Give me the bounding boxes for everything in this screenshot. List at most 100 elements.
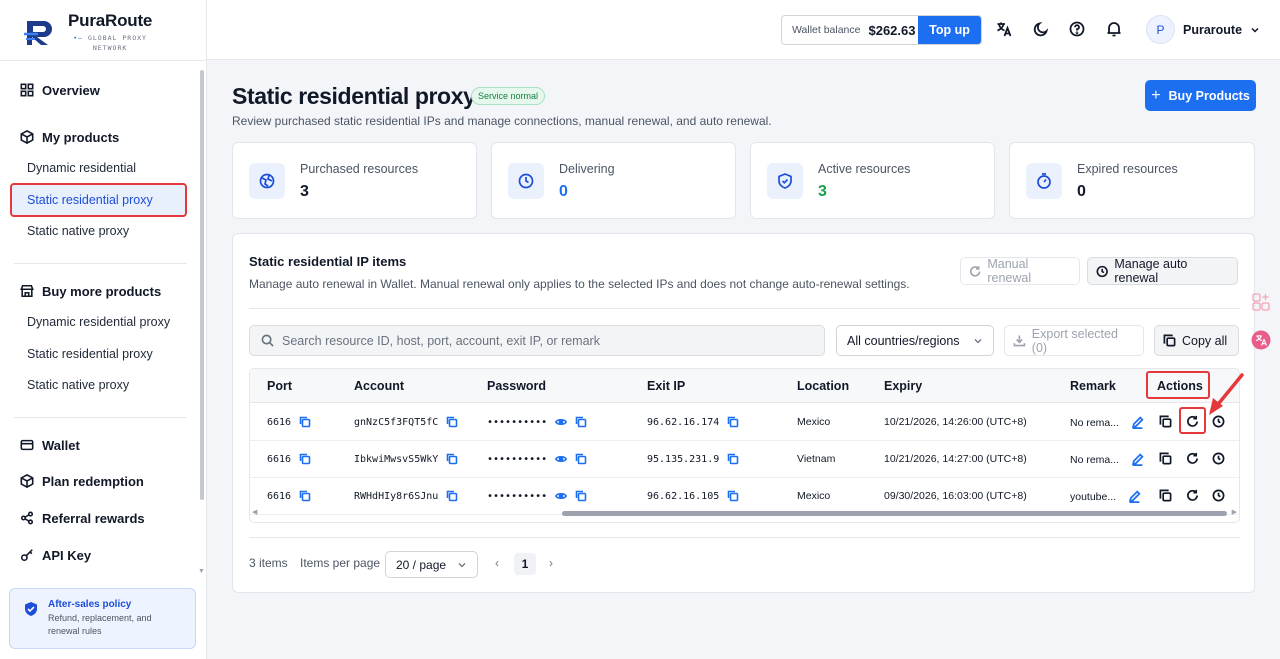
cell-password: ••••••••••: [487, 453, 587, 465]
clock-icon[interactable]: [1212, 489, 1225, 502]
cube-icon: [20, 130, 34, 144]
sidebar-item-referral-rewards[interactable]: Referral rewards: [20, 508, 145, 528]
panel-divider: [249, 308, 1240, 309]
copy-icon[interactable]: [299, 453, 311, 465]
manage-auto-renewal-button[interactable]: Manage auto renewal: [1087, 257, 1238, 285]
copy-icon[interactable]: [299, 416, 311, 428]
cell-expiry: 09/30/2026, 16:03:00 (UTC+8): [884, 490, 1027, 502]
copy-icon[interactable]: [446, 416, 458, 428]
cell-password: ••••••••••: [487, 416, 587, 428]
translate-assistant-icon[interactable]: [1251, 330, 1271, 350]
scroll-left-icon[interactable]: ◀: [252, 508, 257, 516]
edit-icon[interactable]: [1128, 490, 1141, 503]
logo-icon: [24, 21, 52, 45]
next-page-icon[interactable]: ›: [549, 556, 553, 570]
ai-sparkle-icon[interactable]: [1251, 292, 1271, 312]
edit-icon[interactable]: [1131, 453, 1144, 466]
copy-row-icon[interactable]: [1159, 452, 1172, 465]
copy-icon[interactable]: [727, 416, 739, 428]
copy-all-button[interactable]: Copy all: [1154, 325, 1239, 356]
scrollbar-thumb[interactable]: [562, 511, 1227, 516]
copy-icon[interactable]: [727, 453, 739, 465]
sidebar-item-label: Buy more products: [42, 283, 162, 299]
clock-icon[interactable]: [1212, 415, 1225, 428]
ip-items-table: Port Account Password Exit IP Location E…: [249, 368, 1240, 523]
bell-icon[interactable]: [1106, 21, 1122, 37]
sidebar-item-buy-static-residential-proxy[interactable]: Static residential proxy: [27, 345, 153, 363]
search-icon: [261, 334, 274, 347]
column-header-location[interactable]: Location: [797, 379, 849, 393]
copy-icon[interactable]: [575, 453, 587, 465]
eye-icon[interactable]: [555, 453, 568, 465]
sidebar-item-label: Wallet: [42, 437, 80, 453]
sidebar-item-my-products[interactable]: My products: [20, 127, 119, 147]
stat-card-expired: Expired resources 0: [1009, 142, 1255, 219]
scroll-right-icon[interactable]: ▶: [1232, 508, 1237, 516]
copy-icon[interactable]: [299, 490, 311, 502]
moon-icon[interactable]: [1033, 21, 1049, 37]
stat-value: 3: [818, 183, 827, 200]
sidebar-item-static-native-proxy[interactable]: Static native proxy: [27, 222, 129, 240]
copy-icon[interactable]: [727, 490, 739, 502]
page-number-current[interactable]: 1: [514, 553, 536, 575]
sidebar-item-label: Plan redemption: [42, 473, 144, 489]
export-selected-button[interactable]: Export selected (0): [1004, 325, 1144, 356]
sidebar-item-api-key[interactable]: API Key: [20, 545, 91, 565]
sidebar-item-overview[interactable]: Overview: [20, 80, 100, 100]
column-header-remark[interactable]: Remark: [1070, 379, 1116, 393]
column-header-exit-ip[interactable]: Exit IP: [647, 379, 685, 393]
buy-products-button[interactable]: + Buy Products: [1145, 80, 1256, 111]
column-header-account[interactable]: Account: [354, 379, 404, 393]
sidebar-item-static-residential-proxy[interactable]: Static residential proxy: [10, 183, 187, 217]
column-header-expiry[interactable]: Expiry: [884, 379, 922, 393]
refresh-icon[interactable]: [1186, 489, 1199, 502]
copy-row-icon[interactable]: [1159, 489, 1172, 502]
refresh-icon[interactable]: [1186, 452, 1199, 465]
wallet-icon: [20, 439, 34, 451]
copy-icon[interactable]: [575, 416, 587, 428]
stat-card-purchased: Purchased resources 3: [232, 142, 477, 219]
table-row: 6616 gnNzC5f3FQT5fC •••••••••• 96.62.16.174…: [250, 404, 1239, 441]
sidebar-item-buy-dynamic-residential-proxy[interactable]: Dynamic residential proxy: [27, 313, 170, 331]
stat-value: 3: [300, 183, 309, 200]
scroll-down-icon[interactable]: ▼: [198, 568, 205, 575]
cell-exit-ip: 96.62.16.174: [647, 416, 739, 428]
after-sales-policy-card[interactable]: After-sales policy Refund, replacement, …: [9, 588, 196, 649]
sidebar-item-plan-redemption[interactable]: Plan redemption: [20, 471, 144, 491]
country-select[interactable]: All countries/regions: [836, 325, 994, 356]
stat-label: Expired resources: [1077, 162, 1178, 176]
translate-icon[interactable]: [996, 21, 1012, 37]
user-menu[interactable]: P Puraroute: [1146, 15, 1260, 44]
actions-highlight: [1146, 371, 1210, 399]
sidebar-item-buy-more[interactable]: Buy more products: [20, 281, 161, 301]
copy-icon[interactable]: [446, 490, 458, 502]
sidebar-scrollbar[interactable]: [200, 70, 204, 500]
search-field[interactable]: [282, 333, 802, 348]
policy-description: Refund, replacement, and renewal rules: [48, 613, 152, 636]
sidebar-item-wallet[interactable]: Wallet: [20, 435, 80, 455]
column-header-password[interactable]: Password: [487, 379, 546, 393]
items-per-page-select[interactable]: 20 / page: [385, 551, 478, 578]
brand-tagline-1: GLOBAL PROXY: [87, 34, 147, 42]
search-input[interactable]: [249, 325, 825, 356]
chevron-down-icon: [458, 562, 466, 567]
copy-icon[interactable]: [446, 453, 458, 465]
shield-icon: [767, 163, 803, 199]
sidebar-item-dynamic-residential[interactable]: Dynamic residential: [27, 159, 136, 177]
eye-icon[interactable]: [555, 416, 568, 428]
prev-page-icon[interactable]: ‹: [495, 556, 499, 570]
table-horizontal-scrollbar[interactable]: ◀ ▶: [250, 508, 1239, 522]
sidebar-item-buy-static-native-proxy[interactable]: Static native proxy: [27, 376, 129, 394]
stat-label: Active resources: [818, 162, 911, 176]
edit-icon[interactable]: [1131, 416, 1144, 429]
column-header-port[interactable]: Port: [267, 379, 292, 393]
eye-icon[interactable]: [555, 490, 568, 502]
copy-row-icon[interactable]: [1159, 415, 1172, 428]
copy-icon[interactable]: [575, 490, 587, 502]
manual-renewal-button[interactable]: Manual renewal: [960, 257, 1080, 285]
top-up-button[interactable]: Top up: [918, 16, 981, 44]
stat-card-delivering: Delivering 0: [491, 142, 736, 219]
help-icon[interactable]: [1069, 21, 1085, 37]
clock-icon[interactable]: [1212, 452, 1225, 465]
brand-logo[interactable]: PuraRoute •— GLOBAL PROXY NETWORK: [24, 10, 152, 54]
